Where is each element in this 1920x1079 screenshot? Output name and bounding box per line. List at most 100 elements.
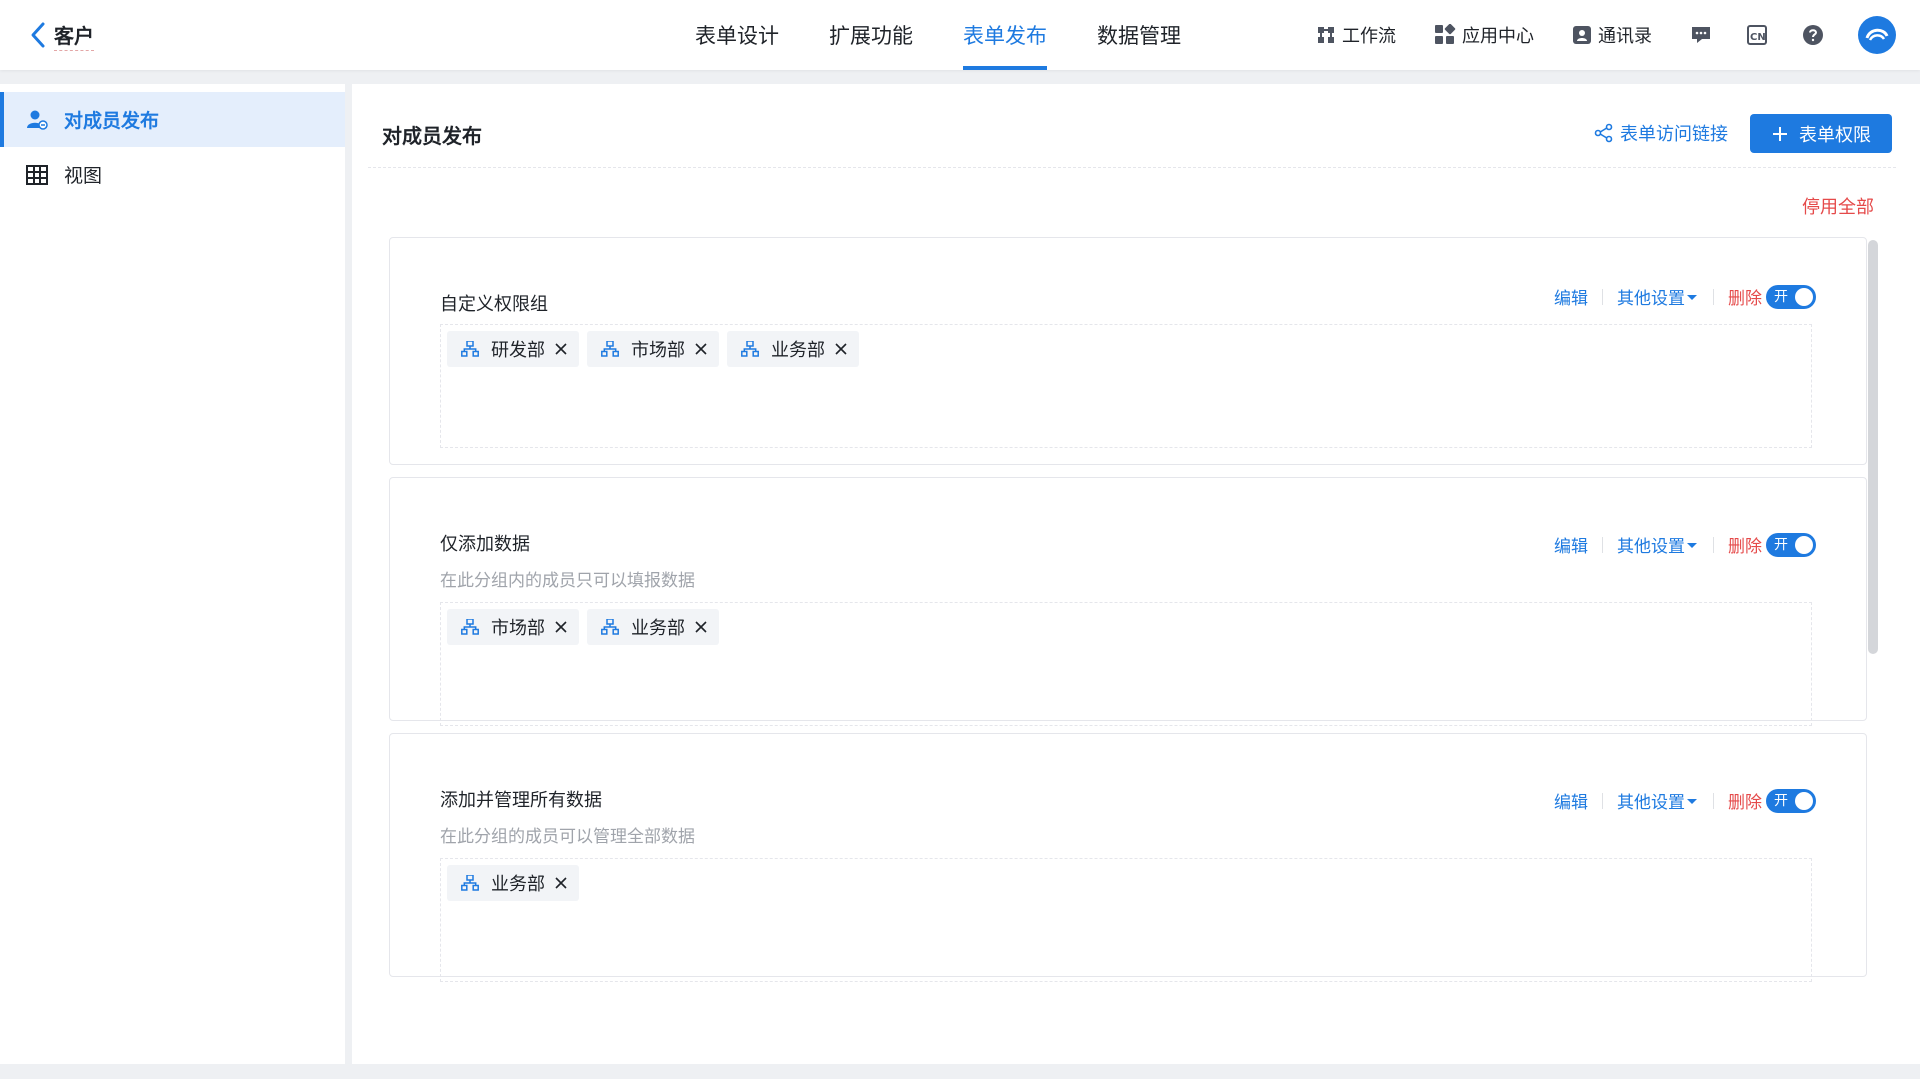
caret-down-icon	[1687, 798, 1697, 804]
workflow-button[interactable]: 工作流	[1316, 22, 1396, 48]
member-chip: 市场部	[447, 609, 579, 645]
close-icon	[695, 343, 707, 355]
org-tree-icon	[461, 341, 479, 357]
member-box[interactable]: 研发部 市场部 业务部	[440, 324, 1812, 448]
org-tree-icon	[461, 875, 479, 891]
scrollbar-thumb[interactable]	[1868, 240, 1878, 654]
form-access-link-label: 表单访问链接	[1620, 124, 1728, 145]
divider	[1602, 536, 1603, 553]
member-chip: 业务部	[587, 609, 719, 645]
edit-button[interactable]: 编辑	[1554, 532, 1588, 557]
remove-member-button[interactable]	[695, 621, 707, 633]
sidebar-item-member-publish[interactable]: 对成员发布	[0, 92, 345, 147]
caret-down-icon	[1687, 294, 1697, 300]
member-box[interactable]: 市场部 业务部	[440, 602, 1812, 726]
remove-member-button[interactable]	[835, 343, 847, 355]
chevron-left-icon	[31, 22, 45, 48]
remove-member-button[interactable]	[555, 343, 567, 355]
tab-data-management[interactable]: 数据管理	[1097, 0, 1181, 70]
close-icon	[555, 877, 567, 889]
add-form-permission-button[interactable]: 表单权限	[1750, 114, 1892, 153]
message-button[interactable]	[1690, 24, 1712, 46]
contacts-icon	[1573, 26, 1591, 44]
member-chip: 研发部	[447, 331, 579, 367]
main-panel: 对成员发布 表单访问链接 表单权限 停用全部 自定义权限组 编辑 其他设置 删除	[352, 84, 1920, 1064]
group-title: 仅添加数据	[440, 534, 530, 555]
group-enable-toggle[interactable]: 开	[1766, 788, 1816, 813]
divider	[1713, 792, 1714, 809]
other-settings-label: 其他设置	[1617, 289, 1685, 309]
plus-icon	[1773, 126, 1787, 141]
remove-member-button[interactable]	[695, 343, 707, 355]
member-name: 业务部	[771, 340, 825, 361]
member-chip: 市场部	[587, 331, 719, 367]
remove-member-button[interactable]	[555, 621, 567, 633]
app-grid-icon	[1435, 24, 1456, 44]
language-button[interactable]: CN	[1746, 24, 1768, 46]
close-icon	[835, 343, 847, 355]
workflow-icon	[1318, 27, 1334, 43]
group-description: 在此分组内的成员只可以填报数据	[440, 571, 695, 591]
member-chip: 业务部	[447, 865, 579, 901]
tab-form-publish[interactable]: 表单发布	[963, 0, 1047, 70]
close-icon	[555, 343, 567, 355]
other-settings-label: 其他设置	[1617, 537, 1685, 557]
caret-down-icon	[1687, 542, 1697, 548]
app-center-label: 应用中心	[1462, 26, 1534, 47]
member-name: 市场部	[631, 340, 685, 361]
permission-group-card: 添加并管理所有数据 在此分组的成员可以管理全部数据 编辑 其他设置 删除 开 业…	[389, 733, 1867, 982]
divider	[1713, 536, 1714, 553]
sidebar: 对成员发布 视图	[0, 84, 345, 1064]
app-center-button[interactable]: 应用中心	[1434, 22, 1534, 48]
delete-button[interactable]: 删除	[1728, 788, 1762, 813]
org-tree-icon	[601, 341, 619, 357]
help-button[interactable]	[1802, 24, 1824, 46]
workflow-label: 工作流	[1342, 26, 1396, 47]
other-settings-dropdown[interactable]: 其他设置	[1617, 788, 1699, 813]
add-form-permission-label: 表单权限	[1799, 124, 1871, 146]
org-tree-icon	[741, 341, 759, 357]
user-share-icon	[27, 110, 48, 130]
edit-button[interactable]: 编辑	[1554, 788, 1588, 813]
member-name: 市场部	[491, 618, 545, 639]
delete-button[interactable]: 删除	[1728, 532, 1762, 557]
contacts-button[interactable]: 通讯录	[1572, 22, 1652, 48]
permission-group-card: 仅添加数据 在此分组内的成员只可以填报数据 编辑 其他设置 删除 开 市场部 业…	[389, 477, 1867, 726]
contacts-label: 通讯录	[1598, 26, 1652, 47]
group-enable-toggle[interactable]: 开	[1766, 284, 1816, 309]
group-description: 在此分组的成员可以管理全部数据	[440, 827, 695, 847]
edit-button[interactable]: 编辑	[1554, 284, 1588, 309]
avatar[interactable]	[1858, 16, 1896, 54]
header-toolbar: 工作流 应用中心 通讯录 CN	[1316, 0, 1920, 70]
member-chip: 业务部	[727, 331, 859, 367]
disable-all-button[interactable]: 停用全部	[1802, 193, 1874, 219]
member-name: 研发部	[491, 340, 545, 361]
sidebar-item-label: 视图	[64, 165, 103, 187]
group-title: 添加并管理所有数据	[440, 790, 602, 811]
other-settings-label: 其他设置	[1617, 793, 1685, 813]
group-enable-toggle[interactable]: 开	[1766, 532, 1816, 557]
delete-button[interactable]: 删除	[1728, 284, 1762, 309]
member-name: 业务部	[631, 618, 685, 639]
top-header: 客户 表单设计 扩展功能 表单发布 数据管理 工作流 应用中心 通讯录 CN	[0, 0, 1920, 70]
sidebar-item-label: 对成员发布	[64, 110, 160, 132]
member-box[interactable]: 业务部	[440, 858, 1812, 982]
tab-extensions[interactable]: 扩展功能	[829, 0, 913, 70]
back-button[interactable]: 客户	[28, 18, 94, 52]
remove-member-button[interactable]	[555, 877, 567, 889]
app-title: 客户	[54, 20, 94, 51]
org-tree-icon	[461, 619, 479, 635]
divider	[1602, 288, 1603, 305]
close-icon	[555, 621, 567, 633]
group-actions: 编辑 其他设置 删除 开	[1554, 788, 1816, 813]
share-icon	[1594, 123, 1613, 143]
other-settings-dropdown[interactable]: 其他设置	[1617, 284, 1699, 309]
other-settings-dropdown[interactable]: 其他设置	[1617, 532, 1699, 557]
group-title: 自定义权限组	[440, 294, 548, 315]
page-title: 对成员发布	[382, 124, 482, 148]
tab-form-design[interactable]: 表单设计	[695, 0, 779, 70]
sidebar-item-view[interactable]: 视图	[0, 147, 345, 202]
form-access-link-button[interactable]: 表单访问链接	[1594, 120, 1728, 146]
group-actions: 编辑 其他设置 删除 开	[1554, 532, 1816, 557]
table-grid-icon	[26, 164, 48, 185]
